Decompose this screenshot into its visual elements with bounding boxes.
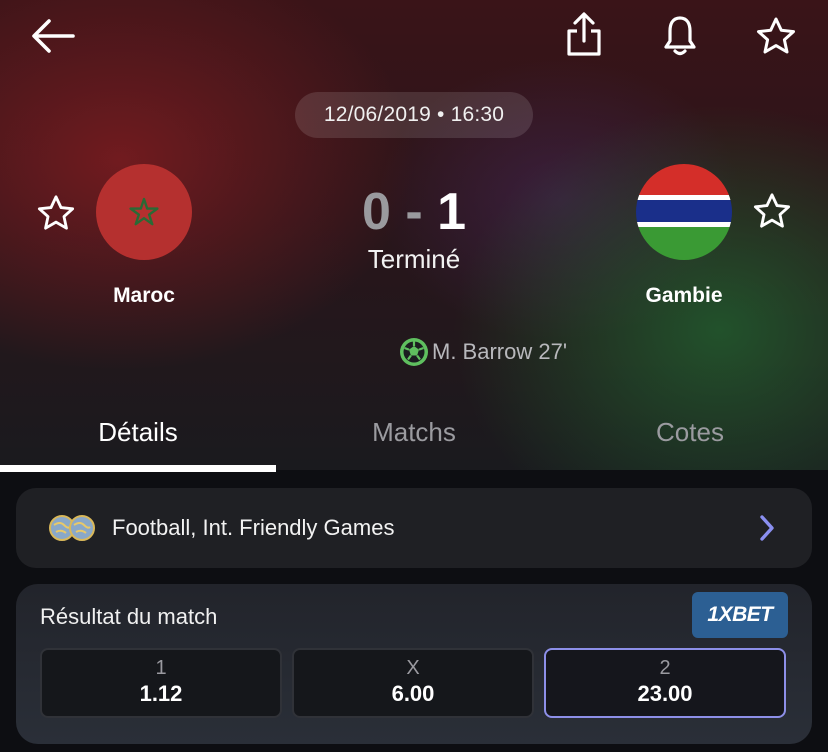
- globe-icon: [49, 515, 95, 541]
- match-datetime: 12/06/2019 • 16:30: [295, 92, 533, 138]
- goal-event: M. Barrow 27': [398, 336, 567, 368]
- odd-draw[interactable]: X 6.00: [292, 648, 534, 718]
- back-button[interactable]: [26, 14, 78, 58]
- league-name: Football, Int. Friendly Games: [112, 515, 395, 540]
- bell-icon: [664, 16, 696, 56]
- home-team-name[interactable]: Maroc: [64, 284, 224, 308]
- league-logo: [48, 513, 96, 543]
- away-score: 1: [437, 183, 467, 241]
- star-icon: [757, 17, 795, 54]
- notification-button[interactable]: [658, 12, 702, 58]
- home-team-flag[interactable]: [96, 164, 192, 260]
- away-team-flag[interactable]: [636, 164, 732, 260]
- score-separator: -: [405, 183, 423, 241]
- favorite-away-team-button[interactable]: [750, 190, 794, 232]
- tab-details[interactable]: Détails: [0, 392, 276, 472]
- tab-odds[interactable]: Cotes: [552, 392, 828, 472]
- chevron-right-icon: [760, 515, 774, 541]
- odds-title: Résultat du match: [40, 604, 218, 629]
- odds-card: Résultat du match 1XBET 1 1.12 X 6.00 2 …: [16, 584, 812, 744]
- football-icon: [400, 338, 428, 366]
- goal-scorer: M. Barrow 27': [432, 339, 568, 364]
- tab-matches[interactable]: Matchs: [276, 392, 552, 472]
- odd-away-win[interactable]: 2 23.00: [544, 648, 786, 718]
- share-icon: [567, 12, 601, 56]
- odd-label: 2: [659, 657, 671, 679]
- star-icon: [753, 193, 791, 228]
- odd-home-win[interactable]: 1 1.12: [40, 648, 282, 718]
- tab-bar: Détails Matchs Cotes: [0, 392, 828, 472]
- odd-label: 1: [155, 657, 167, 679]
- share-button[interactable]: [562, 10, 606, 58]
- odd-value: 6.00: [391, 681, 435, 706]
- odd-value: 23.00: [637, 681, 693, 706]
- star-icon: [37, 195, 75, 230]
- morocco-star-icon: [129, 197, 159, 226]
- odd-label: X: [406, 657, 420, 679]
- home-score: 0: [361, 183, 391, 241]
- odd-value: 1.12: [139, 681, 183, 706]
- favorite-match-button[interactable]: [752, 14, 800, 58]
- arrow-left-icon: [32, 19, 75, 53]
- match-status: Terminé: [367, 244, 461, 274]
- league-row[interactable]: Football, Int. Friendly Games: [16, 488, 812, 568]
- away-team-name[interactable]: Gambie: [604, 284, 764, 308]
- favorite-home-team-button[interactable]: [34, 192, 78, 234]
- score: 0 - 1: [320, 182, 508, 242]
- bookmaker-logo[interactable]: 1XBET: [692, 592, 788, 638]
